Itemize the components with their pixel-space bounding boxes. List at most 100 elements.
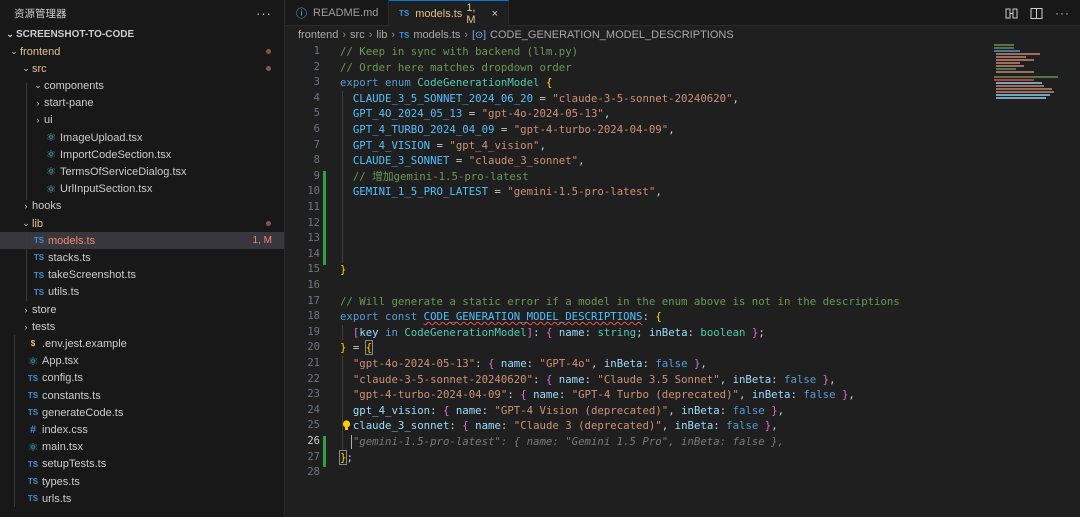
line-number: 9 bbox=[313, 169, 320, 182]
info-icon: ⓘ bbox=[296, 8, 307, 20]
code-line-1: // Keep in sync with backend (llm.py) bbox=[340, 45, 579, 58]
chevron-right-icon: › bbox=[464, 29, 469, 41]
file-item-app-tsx[interactable]: ⚛ App.tsx bbox=[0, 353, 284, 370]
folder-item-ui[interactable]: › ui bbox=[0, 112, 284, 129]
tree-item-label: setupTests.ts bbox=[42, 458, 107, 471]
folder-item-tests[interactable]: › tests bbox=[0, 318, 284, 335]
folder-item-hooks[interactable]: › hooks bbox=[0, 198, 284, 215]
chevron-right-icon: › bbox=[36, 98, 40, 109]
tree-item-label: src bbox=[32, 62, 47, 75]
added-lines-marker bbox=[323, 436, 326, 467]
folder-item-lib[interactable]: ⌄ lib bbox=[0, 215, 284, 232]
react-file-icon: ⚛ bbox=[28, 441, 38, 454]
code-line-7: GPT_4_VISION = "gpt_4_vision", bbox=[352, 138, 546, 152]
file-item-termsofservicedialog-tsx[interactable]: ⚛ TermsOfServiceDialog.tsx bbox=[0, 163, 284, 180]
code-line-15: } bbox=[340, 263, 347, 277]
file-item-types-ts[interactable]: TS types.ts bbox=[0, 473, 284, 490]
file-item-config-ts[interactable]: TS config.ts bbox=[0, 370, 284, 387]
more-actions-icon[interactable]: ··· bbox=[256, 6, 272, 21]
breadcrumb-item[interactable]: CODE_GENERATION_MODEL_DESCRIPTIONS bbox=[490, 29, 734, 41]
file-item-models-ts[interactable]: TS models.ts 1, M bbox=[0, 232, 284, 250]
chevron-right-icon: › bbox=[368, 29, 373, 41]
folder-item-store[interactable]: › store bbox=[0, 301, 284, 318]
added-lines-marker bbox=[323, 171, 326, 265]
inline-suggestion[interactable]: "gemini-1.5-pro-latest": { name: "Gemini… bbox=[353, 435, 784, 448]
file-item-constants-ts[interactable]: TS constants.ts bbox=[0, 387, 284, 404]
typescript-file-icon: TS bbox=[33, 287, 45, 297]
css-file-icon: # bbox=[29, 423, 37, 436]
tab-status: 1, M bbox=[466, 1, 476, 26]
minimap[interactable] bbox=[990, 44, 1070, 104]
workspace-root-label: SCREENSHOT-TO-CODE bbox=[16, 29, 135, 40]
file-item-utils-ts[interactable]: TS utils.ts bbox=[0, 284, 284, 301]
folder-item-components[interactable]: ⌄ components bbox=[0, 77, 284, 94]
tree-item-label: ImportCodeSection.tsx bbox=[60, 148, 172, 161]
line-number: 18 bbox=[307, 310, 320, 323]
compare-changes-icon[interactable] bbox=[1005, 7, 1018, 20]
typescript-file-icon: TS bbox=[27, 477, 39, 487]
chevron-down-icon: ⌄ bbox=[22, 218, 30, 229]
typescript-file-icon: TS bbox=[33, 236, 45, 246]
code-line-17: // Will generate a static error if a mod… bbox=[340, 294, 900, 308]
workspace-root[interactable]: ⌄ SCREENSHOT-TO-CODE bbox=[0, 26, 284, 43]
file-item-generatecode-ts[interactable]: TS generateCode.ts bbox=[0, 404, 284, 421]
code-line-21: "gpt-4o-2024-05-13": { name: "GPT-4o", i… bbox=[352, 357, 707, 370]
chevron-right-icon: › bbox=[24, 201, 28, 212]
line-number: 15 bbox=[307, 263, 320, 276]
explorer-header: 资源管理器 ··· bbox=[0, 0, 284, 26]
file-item-takescreenshot-ts[interactable]: TS takeScreenshot.ts bbox=[0, 267, 284, 284]
tab-readme[interactable]: ⓘ README.md bbox=[286, 0, 389, 26]
chevron-right-icon: › bbox=[342, 29, 347, 41]
code-line-23: "gpt-4-turbo-2024-04-09": { name: "GPT-4… bbox=[352, 388, 855, 402]
symbol-constant-icon: [⊙] bbox=[472, 29, 486, 41]
file-item-index-css[interactable]: # index.css bbox=[0, 421, 284, 438]
tree-item-label: lib bbox=[32, 217, 44, 230]
line-number: 24 bbox=[307, 403, 320, 416]
tab-models-ts[interactable]: TS models.ts 1, M × bbox=[389, 0, 509, 26]
folder-item-src[interactable]: ⌄ src bbox=[0, 60, 284, 77]
file-item-stacks-ts[interactable]: TS stacks.ts bbox=[0, 249, 284, 266]
tree-item-label: start-pane bbox=[44, 97, 94, 110]
line-number: 28 bbox=[307, 466, 320, 479]
file-item-main-tsx[interactable]: ⚛ main.tsx bbox=[0, 439, 284, 456]
lightbulb-icon[interactable] bbox=[342, 420, 351, 431]
line-number: 6 bbox=[313, 123, 320, 135]
breadcrumb-item[interactable]: models.ts bbox=[413, 29, 460, 41]
tree-item-label: takeScreenshot.ts bbox=[48, 269, 137, 282]
tree-item-label: store bbox=[32, 303, 57, 316]
tree-item-label: ImageUpload.tsx bbox=[60, 131, 143, 144]
file-item-urlinputsection-tsx[interactable]: ⚛ UrlInputSection.tsx bbox=[0, 181, 284, 198]
file-item-urls-ts[interactable]: TS urls.ts bbox=[0, 490, 284, 507]
tree-indent-guide bbox=[26, 83, 27, 200]
react-file-icon: ⚛ bbox=[46, 132, 56, 145]
breadcrumb-item[interactable]: frontend bbox=[298, 29, 338, 41]
explorer-sidebar: 资源管理器 ··· ⌄ SCREENSHOT-TO-CODE ⌄ frontend… bbox=[0, 0, 285, 517]
file-item-imageupload-tsx[interactable]: ⚛ ImageUpload.tsx bbox=[0, 129, 284, 146]
line-number: 8 bbox=[313, 154, 320, 167]
split-editor-icon[interactable] bbox=[1030, 7, 1043, 20]
line-number: 26 bbox=[307, 435, 320, 447]
folder-item-frontend[interactable]: ⌄ frontend bbox=[0, 43, 284, 60]
line-number: 3 bbox=[313, 76, 320, 89]
breadcrumb-item[interactable]: src bbox=[350, 29, 365, 41]
line-number: 7 bbox=[313, 138, 320, 151]
line-number: 2 bbox=[313, 60, 320, 73]
code-line-6: GPT_4_TURBO_2024_04_09 = "gpt-4-turbo-20… bbox=[352, 123, 675, 136]
more-actions-icon[interactable]: ··· bbox=[1055, 6, 1070, 20]
tree-item-label: types.ts bbox=[42, 475, 80, 488]
file-item-importcodesection-tsx[interactable]: ⚛ ImportCodeSection.tsx bbox=[0, 146, 284, 163]
tree-item-label: frontend bbox=[20, 45, 61, 58]
code-editor[interactable]: 1 2 3 4 5 6 7 8 9 10 11 12 13 14 15 16 17 18 19 20 21 22 23 24 2… bbox=[286, 44, 1080, 517]
file-item-env-jest-example[interactable]: $ .env.jest.example bbox=[0, 335, 284, 352]
line-number: 4 bbox=[313, 91, 320, 104]
breadcrumb-item[interactable]: lib bbox=[376, 29, 387, 41]
line-number: 20 bbox=[307, 341, 320, 354]
explorer-title: 资源管理器 bbox=[14, 7, 67, 20]
folder-item-start-pane[interactable]: › start-pane bbox=[0, 95, 284, 112]
tree-item-label: models.ts bbox=[48, 234, 96, 247]
tree-indent-guide bbox=[14, 335, 15, 508]
close-icon[interactable]: × bbox=[492, 8, 498, 20]
react-file-icon: ⚛ bbox=[46, 183, 56, 196]
line-number: 11 bbox=[307, 201, 320, 213]
file-item-setuptests-ts[interactable]: TS setupTests.ts bbox=[0, 456, 284, 473]
